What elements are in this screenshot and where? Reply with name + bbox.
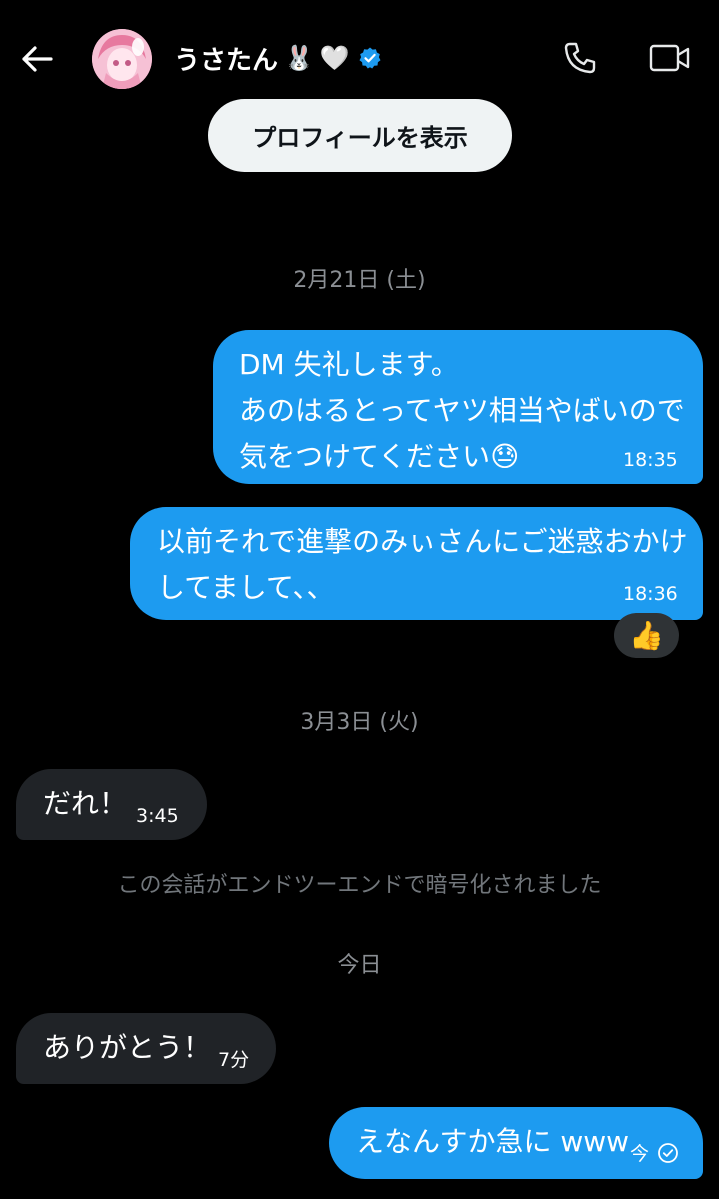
- video-call-button[interactable]: [642, 36, 698, 80]
- sent-message[interactable]: えなんすか急に www 今: [329, 1107, 703, 1179]
- message-time: 18:36: [623, 583, 678, 605]
- sent-message[interactable]: DM 失礼します。 あのはるとってヤツ相当やばいので 気をつけてください😓 18…: [213, 330, 703, 484]
- encryption-notice: この会話がエンドツーエンドで暗号化されました: [117, 873, 602, 898]
- message-time: 7分: [218, 1049, 250, 1071]
- message-text-line: あのはるとってヤツ相当やばいので: [239, 394, 685, 427]
- rabbit-emoji-icon: 🐰: [284, 44, 314, 72]
- contact-name: うさたん: [174, 45, 279, 76]
- back-button[interactable]: [14, 36, 60, 82]
- read-check-icon: [658, 1143, 678, 1163]
- message-time: 今: [630, 1143, 650, 1165]
- thumbs-up-reaction[interactable]: 👍: [614, 613, 679, 658]
- phone-icon: [564, 42, 596, 74]
- message-text: だれ！: [43, 787, 128, 820]
- message-text: えなんすか急に www: [356, 1125, 630, 1158]
- received-message[interactable]: だれ！ 3:45: [16, 769, 207, 840]
- message-text-line: 以前それで進撃のみぃさんにご迷惑おかけ: [157, 525, 688, 558]
- back-arrow-icon: [22, 46, 53, 72]
- date-separator: 3月3日 (火): [300, 710, 419, 735]
- message-time: 18:35: [623, 449, 678, 471]
- contact-name-row[interactable]: うさたん 🐰 🤍: [174, 38, 382, 78]
- voice-call-button[interactable]: [556, 36, 604, 80]
- message-text-line: してまして、、: [157, 571, 335, 604]
- view-profile-button[interactable]: プロフィールを表示: [208, 99, 512, 172]
- received-message[interactable]: ありがとう！ 7分: [16, 1013, 276, 1084]
- video-camera-icon: [649, 44, 690, 72]
- date-separator: 今日: [337, 953, 382, 978]
- avatar-image: [92, 29, 152, 89]
- message-text-line: DM 失礼します。: [239, 348, 459, 381]
- sent-message[interactable]: 以前それで進撃のみぃさんにご迷惑おかけ してまして、、 18:36: [130, 507, 703, 620]
- avatar[interactable]: [92, 29, 152, 89]
- message-text-line: 気をつけてください😓: [239, 440, 520, 473]
- date-separator: 2月21日 (土): [293, 268, 426, 293]
- message-time: 3:45: [136, 805, 179, 827]
- verified-badge-icon: [359, 47, 381, 69]
- white-heart-emoji-icon: 🤍: [319, 44, 350, 72]
